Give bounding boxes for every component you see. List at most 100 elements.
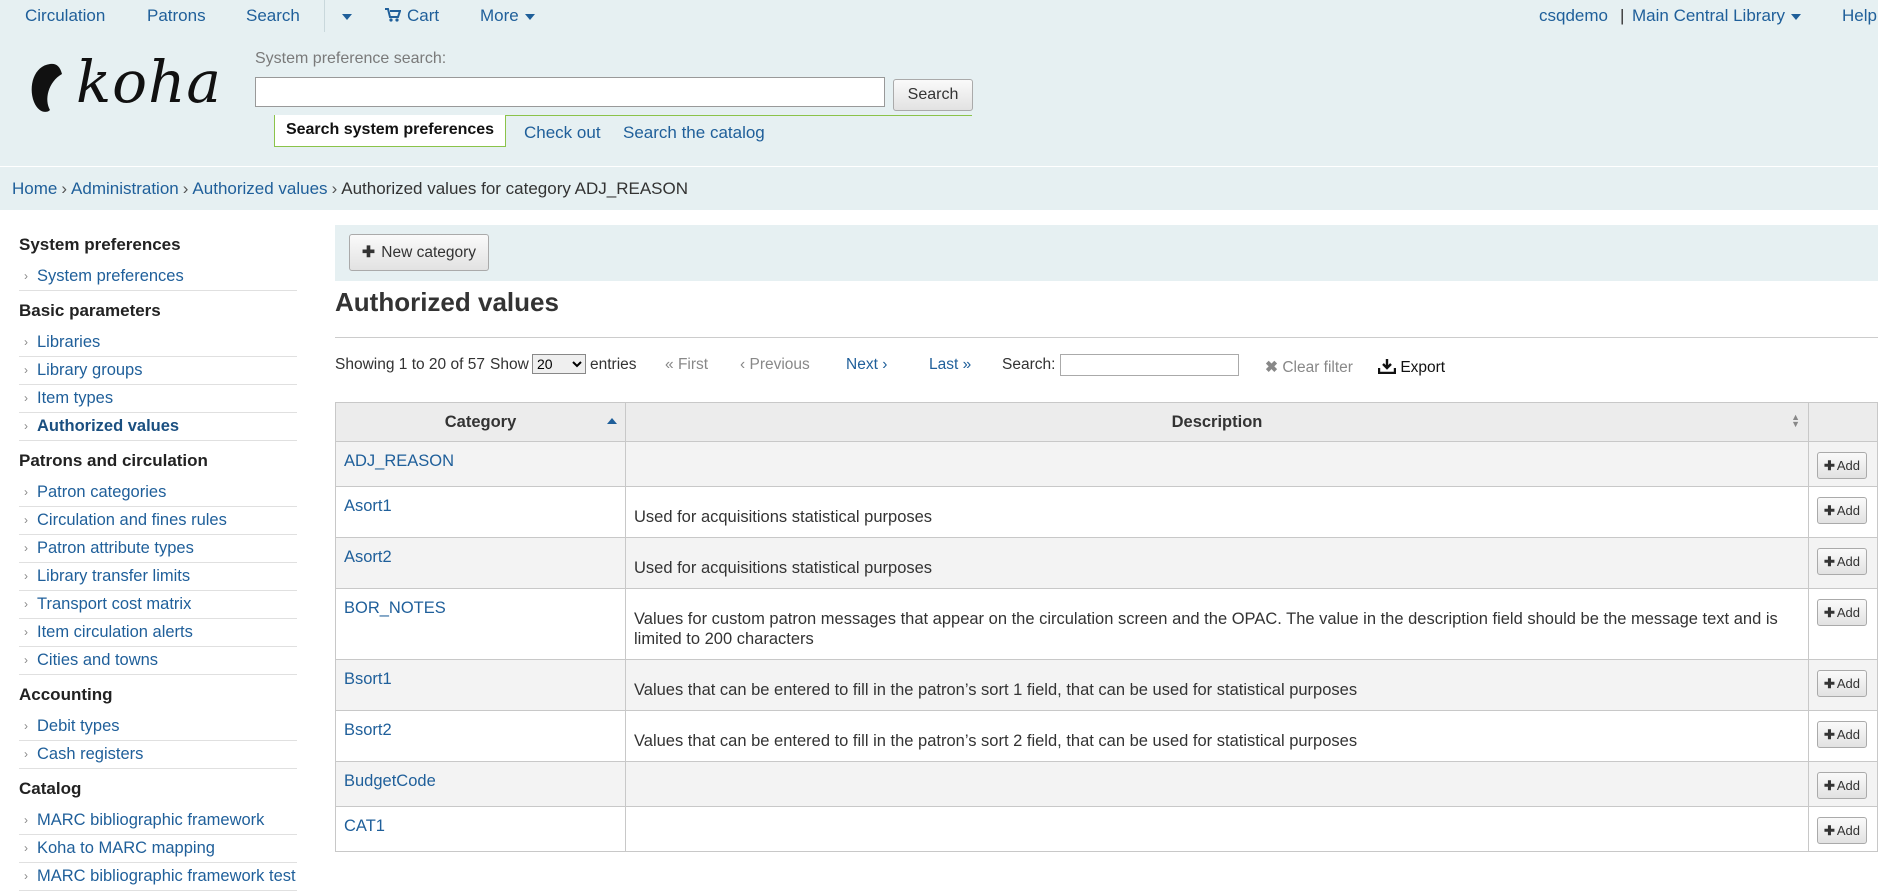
- category-link[interactable]: ADJ_REASON: [344, 452, 454, 470]
- sidebar-heading: System preferences: [19, 235, 181, 254]
- nav-cart-label: Cart: [407, 6, 440, 25]
- pref-search-button[interactable]: Search: [893, 79, 973, 111]
- breadcrumb-administration[interactable]: Administration: [71, 179, 179, 198]
- sidebar-item-circulation-and-fines-rules[interactable]: › Circulation and fines rules: [19, 508, 297, 535]
- cell-description: [625, 441, 1809, 487]
- tab-search-system-preferences[interactable]: Search system preferences: [274, 115, 506, 147]
- nav-user[interactable]: csqdemo: [1539, 6, 1608, 26]
- add-value-button[interactable]: ✚ Add: [1817, 452, 1867, 479]
- category-link[interactable]: Bsort2: [344, 721, 392, 739]
- chevron-right-icon: ›: [24, 747, 28, 761]
- chevron-right-icon: ›: [24, 363, 28, 377]
- chevron-right-icon: ›: [24, 841, 28, 855]
- sidebar-item-patron-categories[interactable]: › Patron categories: [19, 480, 297, 507]
- nav-more[interactable]: More: [480, 6, 535, 26]
- column-category[interactable]: Category: [335, 402, 626, 442]
- sidebar-item-transport-cost-matrix[interactable]: › Transport cost matrix: [19, 592, 297, 619]
- cell-actions: ✚ Add: [1808, 486, 1878, 538]
- add-value-button[interactable]: ✚ Add: [1817, 497, 1867, 524]
- table-info: Showing 1 to 20 of 57: [335, 356, 485, 373]
- sidebar-heading: Basic parameters: [19, 301, 161, 320]
- cell-category: Bsort2: [335, 710, 626, 762]
- breadcrumb-authorized-values[interactable]: Authorized values: [192, 179, 327, 198]
- add-label: Add: [1836, 675, 1861, 691]
- sidebar-item-item-types[interactable]: › Item types: [19, 386, 297, 413]
- table-body: ADJ_REASON ✚ Add Asort1 Used for acquisition…: [335, 441, 1878, 852]
- page-previous[interactable]: ‹ Previous: [740, 356, 810, 374]
- sidebar-item-library-groups[interactable]: › Library groups: [19, 358, 297, 385]
- page-first[interactable]: « First: [665, 356, 708, 374]
- nav-cart[interactable]: Cart: [385, 6, 439, 26]
- nav-help[interactable]: Help: [1842, 6, 1877, 26]
- category-link[interactable]: Asort2: [344, 548, 392, 566]
- add-value-button[interactable]: ✚ Add: [1817, 599, 1867, 626]
- clear-filter-label: Clear filter: [1282, 359, 1353, 376]
- add-value-button[interactable]: ✚ Add: [1817, 548, 1867, 575]
- page-last[interactable]: Last »: [929, 356, 971, 374]
- export-button[interactable]: Export: [1377, 358, 1445, 377]
- breadcrumb-current: Authorized values for category ADJ_REASO…: [341, 179, 689, 198]
- cell-actions: ✚ Add: [1808, 710, 1878, 762]
- download-icon: [1377, 359, 1397, 375]
- clear-filter-button[interactable]: ✖ Clear filter: [1265, 358, 1353, 377]
- toolbar: ✚ New category: [335, 225, 1878, 281]
- sidebar-item-marc-bibliographic-framework-test[interactable]: › MARC bibliographic framework test: [19, 864, 297, 891]
- cell-actions: ✚ Add: [1808, 761, 1878, 807]
- nav-search[interactable]: Search: [246, 6, 300, 26]
- category-link[interactable]: Bsort1: [344, 670, 392, 688]
- sidebar-item-cash-registers[interactable]: › Cash registers: [19, 742, 297, 769]
- breadcrumb-home[interactable]: Home: [12, 179, 57, 198]
- column-description[interactable]: Description ▲ ▼: [625, 402, 1809, 442]
- category-link[interactable]: Asort1: [344, 497, 392, 515]
- add-value-button[interactable]: ✚ Add: [1817, 817, 1867, 844]
- nav-circulation[interactable]: Circulation: [25, 6, 105, 26]
- pref-search-input[interactable]: [255, 77, 885, 107]
- sidebar-item-libraries[interactable]: › Libraries: [19, 330, 297, 357]
- description-text: Values that can be entered to fill in th…: [634, 732, 1358, 750]
- table-search-label: Search:: [1002, 356, 1056, 373]
- sidebar-item-cities-and-towns[interactable]: › Cities and towns: [19, 648, 297, 675]
- table-row: Bsort2 Values that can be entered to fill…: [335, 710, 1878, 762]
- tab-check-out[interactable]: Check out: [524, 123, 601, 143]
- category-link[interactable]: CAT1: [344, 817, 385, 835]
- sidebar-item-library-transfer-limits[interactable]: › Library transfer limits: [19, 564, 297, 591]
- sidebar-item-patron-attribute-types[interactable]: › Patron attribute types: [19, 536, 297, 563]
- page-next[interactable]: Next ›: [846, 356, 887, 374]
- plus-icon: ✚: [1823, 502, 1835, 518]
- new-category-button[interactable]: ✚ New category: [349, 234, 489, 271]
- cell-description: Values that can be entered to fill in th…: [625, 710, 1809, 762]
- add-value-button[interactable]: ✚ Add: [1817, 772, 1867, 799]
- table-row: Bsort1 Values that can be entered to fill…: [335, 659, 1878, 711]
- authorized-values-table: Category Description ▲ ▼ ADJ_REASON ✚ Add Aso…: [335, 402, 1878, 852]
- category-link[interactable]: BOR_NOTES: [344, 599, 446, 617]
- sort-asc-icon: [607, 418, 617, 424]
- chevron-down-icon: [524, 13, 535, 20]
- close-icon: ✖: [1265, 359, 1278, 376]
- sidebar-item-label: MARC bibliographic framework: [37, 811, 265, 829]
- nav-search-dropdown[interactable]: [336, 6, 352, 26]
- koha-logo[interactable]: koha: [28, 48, 221, 122]
- sidebar-item-authorized-values[interactable]: › Authorized values: [19, 414, 297, 441]
- table-row: Asort1 Used for acquisitions statistical …: [335, 486, 1878, 538]
- tab-search-catalog[interactable]: Search the catalog: [623, 123, 765, 143]
- nav-patrons[interactable]: Patrons: [147, 6, 206, 26]
- chevron-right-icon: ›: [24, 335, 28, 349]
- add-label: Add: [1836, 777, 1861, 793]
- cell-category: Asort1: [335, 486, 626, 538]
- sidebar-item-debit-types[interactable]: › Debit types: [19, 714, 297, 741]
- cell-category: Asort2: [335, 537, 626, 589]
- sidebar-item-marc-bibliographic-framework[interactable]: › MARC bibliographic framework: [19, 808, 297, 835]
- add-value-button[interactable]: ✚ Add: [1817, 670, 1867, 697]
- sidebar-item-item-circulation-alerts[interactable]: › Item circulation alerts: [19, 620, 297, 647]
- header: koha System preference search: Search Se…: [0, 32, 1878, 166]
- page-length-select[interactable]: 20: [532, 354, 586, 374]
- sidebar-item-koha-to-marc-mapping[interactable]: › Koha to MARC mapping: [19, 836, 297, 863]
- sidebar-item-system-preferences[interactable]: › System preferences: [19, 264, 297, 291]
- chevron-down-icon: [1791, 13, 1802, 20]
- cart-icon: [385, 8, 402, 22]
- add-value-button[interactable]: ✚ Add: [1817, 721, 1867, 748]
- nav-library[interactable]: Main Central Library: [1632, 6, 1802, 26]
- column-actions: [1808, 402, 1878, 442]
- table-search-input[interactable]: [1060, 354, 1239, 376]
- category-link[interactable]: BudgetCode: [344, 772, 436, 790]
